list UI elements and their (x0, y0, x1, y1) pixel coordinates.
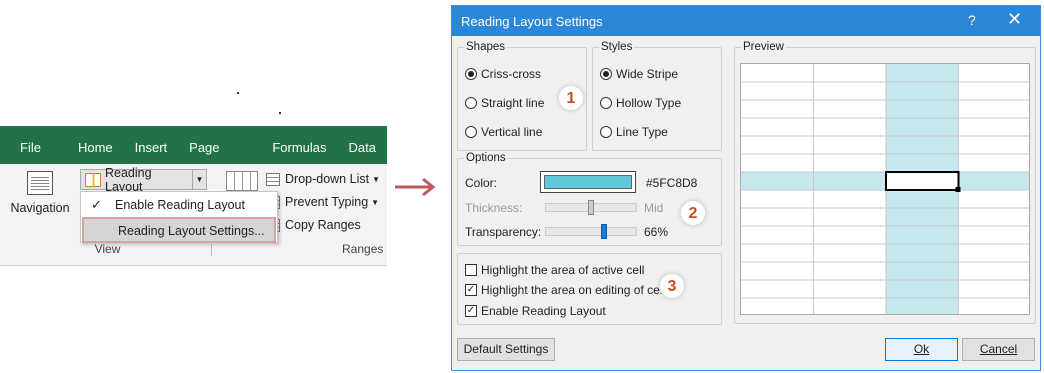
prevent-typing-button[interactable]: Prevent Typing ▼ (266, 195, 379, 209)
step-badge-2: 2 (680, 200, 706, 226)
ok-button[interactable]: Ok (885, 338, 958, 361)
color-value: #5FC8D8 (646, 176, 698, 190)
help-icon[interactable]: ? (968, 12, 976, 28)
transparency-label: Transparency: (465, 225, 542, 239)
group-label-ranges: Ranges (342, 242, 384, 256)
navigation-button[interactable]: Navigation (6, 171, 74, 231)
shape-radio-vertical-line[interactable]: Vertical line (465, 125, 542, 139)
radio-label: Hollow Type (616, 96, 682, 110)
decorative-dot (237, 92, 239, 94)
style-radio-wide-stripe[interactable]: Wide Stripe (600, 67, 678, 81)
prevent-typing-label: Prevent Typing (285, 195, 369, 209)
group-label-view: View (94, 242, 121, 256)
radio-label: Line Type (616, 125, 668, 139)
group-separator (211, 244, 212, 256)
color-label: Color: (465, 176, 498, 190)
copy-ranges-button[interactable]: Copy Ranges (266, 218, 361, 232)
cancel-button[interactable]: Cancel (962, 338, 1035, 361)
table-icon (226, 171, 258, 191)
styles-legend: Styles (601, 41, 633, 53)
ok-button-label: Ok (913, 342, 930, 356)
radio-indicator (465, 126, 477, 138)
copy-ranges-label: Copy Ranges (285, 218, 361, 232)
radio-indicator (600, 68, 612, 80)
checkmark-icon: ✓ (91, 197, 102, 212)
thickness-value: Mid (644, 201, 664, 215)
navigation-icon (27, 171, 53, 195)
menu-item-enable-reading-layout[interactable]: ✓ Enable Reading Layout (81, 193, 277, 217)
checkbox-label: Highlight the area on editing of cell (481, 283, 666, 297)
style-radio-hollow-type[interactable]: Hollow Type (600, 96, 681, 110)
list-icon (266, 172, 280, 186)
preview-grid (740, 63, 1030, 315)
shape-radio-criss-cross[interactable]: Criss-cross (465, 67, 541, 81)
radio-indicator (465, 68, 477, 80)
chevron-down-icon: ▼ (371, 197, 380, 207)
active-cell (885, 171, 960, 191)
arrow-right-icon (395, 177, 436, 197)
checkbox-label: Enable Reading Layout (481, 304, 606, 318)
options-legend: Options (466, 152, 506, 164)
tab-file[interactable]: File (0, 126, 67, 164)
ribbon-tab-bar: File Home Insert Page Layout Formulas Da… (0, 126, 387, 199)
checkbox-indicator: ✓ (465, 284, 477, 296)
tab-data[interactable]: Data (338, 126, 387, 164)
reading-layout-icon (85, 172, 101, 187)
close-icon[interactable]: ✕ (1007, 9, 1022, 30)
chevron-down-icon[interactable]: ▼ (192, 170, 206, 189)
checkbox-indicator (465, 264, 477, 276)
shapes-legend: Shapes (466, 41, 506, 53)
excel-ribbon: File Home Insert Page Layout Formulas Da… (0, 126, 387, 266)
tab-insert[interactable]: Insert (124, 126, 179, 164)
checkbox-highlight-active-cell[interactable]: Highlight the area of active cell (465, 263, 644, 277)
dialog-titlebar: Reading Layout Settings ? ✕ (452, 6, 1040, 36)
chevron-down-icon: ▼ (372, 174, 380, 184)
reading-layout-button[interactable]: Reading Layout ▼ (80, 166, 207, 194)
radio-indicator (465, 97, 477, 109)
radio-label: Criss-cross (481, 67, 541, 81)
radio-indicator (600, 126, 612, 138)
transparency-value: 66% (644, 225, 669, 239)
color-swatch (544, 175, 632, 189)
step-badge-1: 1 (558, 85, 584, 111)
menu-item-reading-layout-settings[interactable]: Reading Layout Settings... (82, 217, 276, 243)
cancel-button-label: Cancel (979, 342, 1018, 356)
step-badge-3: 3 (659, 273, 685, 299)
checkbox-highlight-editing-cell[interactable]: ✓ Highlight the area on editing of cell (465, 283, 665, 297)
menu-item-label: Enable Reading Layout (115, 198, 245, 212)
transparency-slider-thumb[interactable] (601, 224, 608, 239)
color-picker-button[interactable] (540, 171, 636, 193)
thickness-slider[interactable] (545, 200, 637, 215)
radio-label: Straight line (481, 96, 545, 110)
radio-label: Vertical line (481, 125, 543, 139)
dropdown-list-label: Drop-down List (285, 172, 370, 186)
checkbox-indicator: ✓ (465, 305, 477, 317)
tab-page-layout[interactable]: Page Layout (178, 126, 261, 199)
style-radio-line-type[interactable]: Line Type (600, 125, 668, 139)
decorative-dot (279, 112, 281, 114)
dialog-title: Reading Layout Settings (461, 14, 603, 29)
thickness-label: Thickness: (465, 201, 523, 215)
thickness-slider-thumb[interactable] (588, 200, 594, 215)
reading-layout-menu: ✓ Enable Reading Layout Reading Layout S… (80, 191, 278, 243)
checkbox-label: Highlight the area of active cell (481, 263, 645, 277)
tab-home[interactable]: Home (67, 126, 124, 164)
reading-layout-label: Reading Layout (105, 165, 152, 194)
transparency-slider[interactable] (545, 224, 637, 239)
dropdown-list-button[interactable]: Drop-down List ▼ (266, 172, 380, 186)
menu-item-label: Reading Layout Settings... (118, 224, 265, 238)
radio-indicator (600, 97, 612, 109)
shape-radio-straight-line[interactable]: Straight line (465, 96, 544, 110)
radio-label: Wide Stripe (616, 67, 679, 81)
preview-legend: Preview (743, 41, 784, 53)
navigation-label: Navigation (10, 201, 70, 215)
tab-formulas[interactable]: Formulas (261, 126, 337, 164)
reading-layout-settings-dialog: Reading Layout Settings ? ✕ Shapes Criss… (451, 5, 1041, 371)
checkbox-enable-reading-layout[interactable]: ✓ Enable Reading Layout (465, 304, 606, 318)
fill-handle (955, 187, 961, 192)
default-settings-button[interactable]: Default Settings (457, 338, 555, 361)
